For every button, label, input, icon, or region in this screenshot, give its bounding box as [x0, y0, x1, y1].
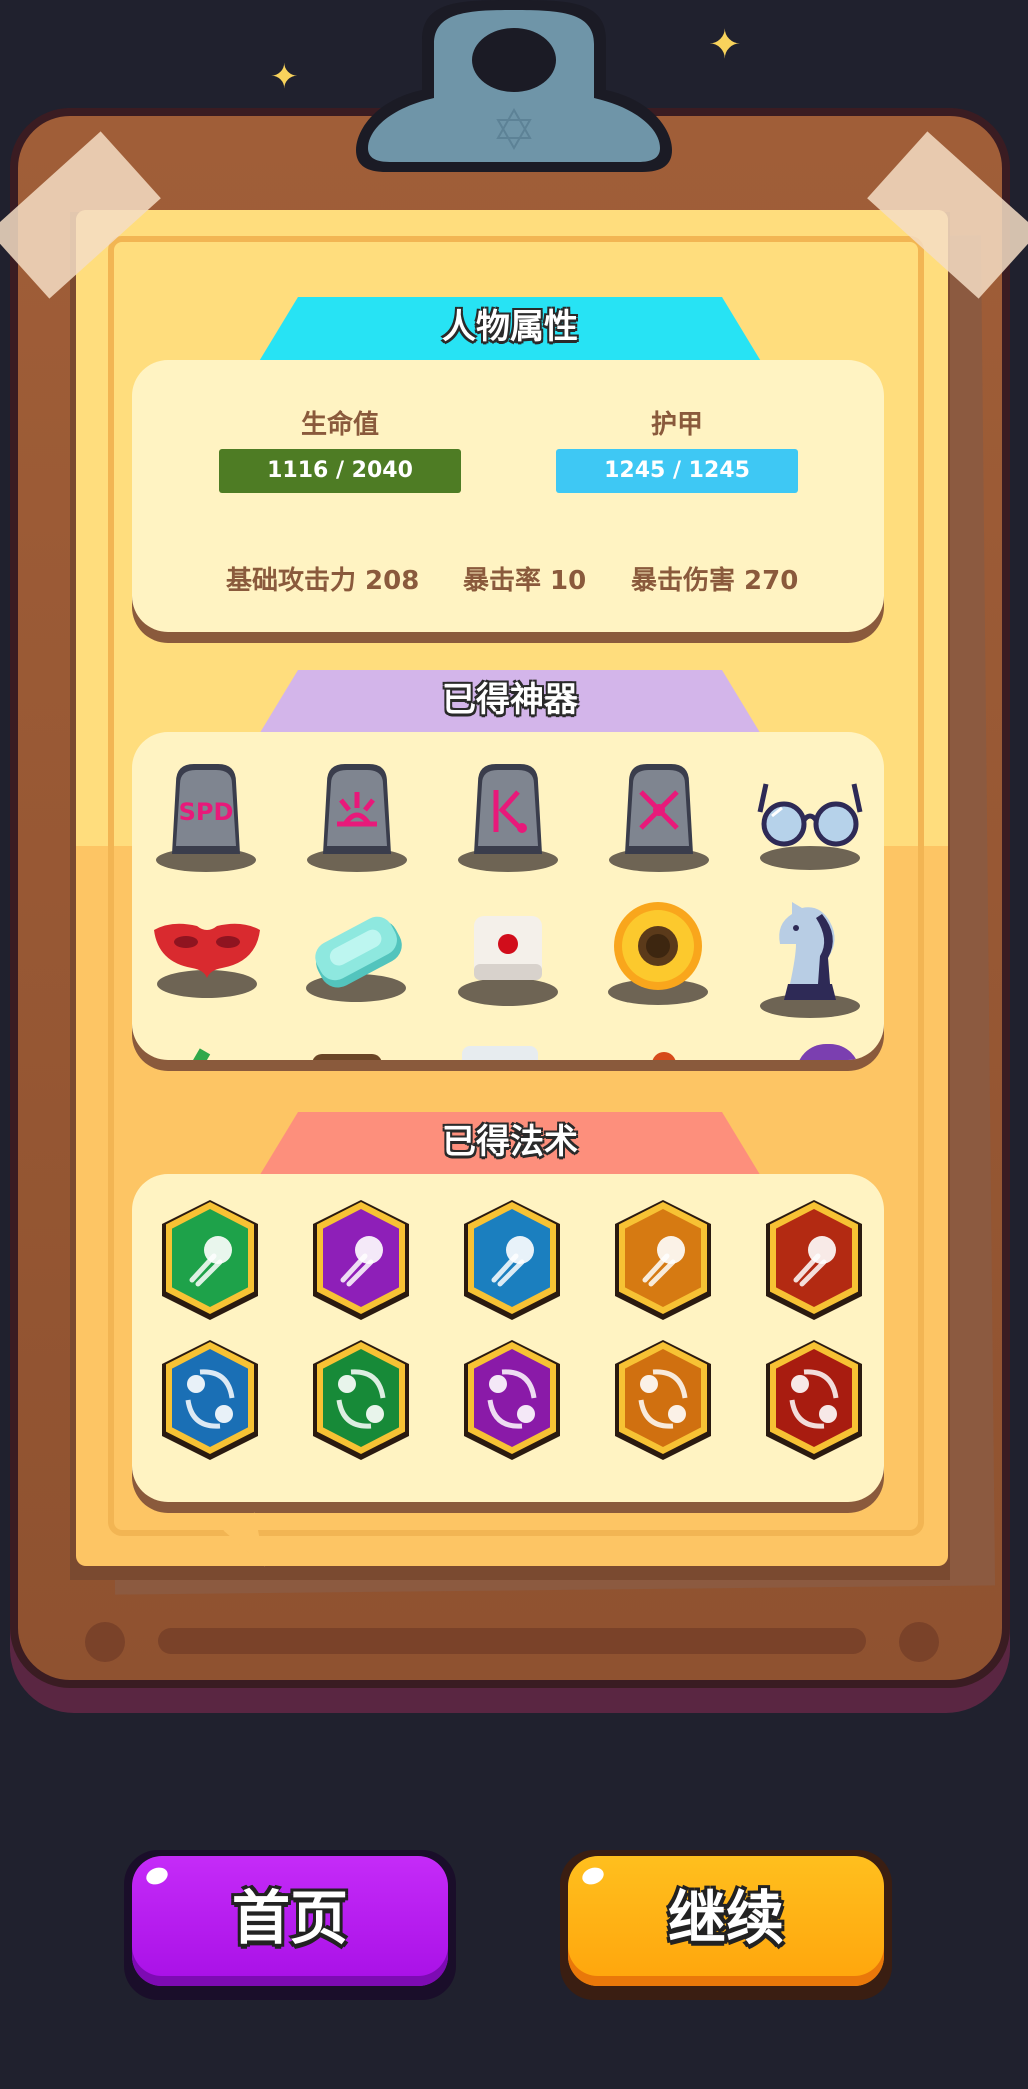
chess-knight-icon[interactable]: [756, 900, 864, 1024]
spells-title: 已得法术: [442, 1122, 578, 1162]
clipboard-clip: [356, 0, 672, 172]
item-partial-icon: [796, 1044, 860, 1060]
blue-shot-badge-icon[interactable]: [464, 1198, 560, 1322]
burst-rune-stone-icon[interactable]: [305, 762, 409, 874]
board-rivet-right: [899, 1622, 939, 1662]
red-shot-badge-icon[interactable]: [766, 1198, 862, 1322]
artifacts-title: 已得神器: [442, 680, 578, 720]
green-orbit-badge-icon[interactable]: [313, 1338, 409, 1462]
orange-orbit-badge-icon[interactable]: [615, 1338, 711, 1462]
speed-rune-stone-icon[interactable]: SPD: [154, 762, 258, 874]
red-orbit-badge-icon[interactable]: [766, 1338, 862, 1462]
leaf-icon: [189, 1048, 211, 1060]
purple-orbit-badge-icon[interactable]: [464, 1338, 560, 1462]
item-partial-icon: [462, 1046, 538, 1060]
glasses-icon[interactable]: [754, 772, 866, 872]
stats-title: 人物属性: [442, 307, 578, 347]
orange-shot-badge-icon[interactable]: [615, 1198, 711, 1322]
hp-bar: 1116 / 2040: [219, 449, 461, 493]
scatter-rune-stone-icon[interactable]: [607, 762, 711, 874]
sparkle-icon: ✦: [708, 22, 742, 68]
soap-bar-icon[interactable]: [298, 902, 418, 1006]
blue-orbit-badge-icon[interactable]: [162, 1338, 258, 1462]
continue-button[interactable]: 继续: [568, 1856, 884, 1986]
armor-bar: 1245 / 1245: [556, 449, 798, 493]
crit-damage-stat: 暴击伤害 270: [631, 566, 799, 596]
item-partial-icon: [312, 1054, 382, 1060]
sparkle-icon: ✦: [270, 57, 299, 97]
svg-text:SPD: SPD: [179, 798, 234, 826]
knockback-rune-stone-icon[interactable]: [456, 762, 560, 874]
home-button[interactable]: 首页: [132, 1856, 448, 1986]
red-mask-icon[interactable]: [152, 912, 262, 1002]
green-shot-badge-icon[interactable]: [162, 1198, 258, 1322]
board-rivet-left: [85, 1622, 125, 1662]
armor-label: 护甲: [650, 410, 703, 440]
hp-label: 生命值: [300, 410, 379, 440]
item-partial-icon: [652, 1052, 676, 1060]
crit-rate-stat: 暴击率 10: [463, 566, 587, 596]
dice-icon[interactable]: [454, 912, 562, 1008]
purple-shot-badge-icon[interactable]: [313, 1198, 409, 1322]
sunflower-icon[interactable]: [606, 900, 712, 1008]
artifacts-panel: SPD: [132, 732, 884, 1060]
attack-stat: 基础攻击力 208: [226, 566, 420, 596]
board-groove: [158, 1628, 866, 1654]
